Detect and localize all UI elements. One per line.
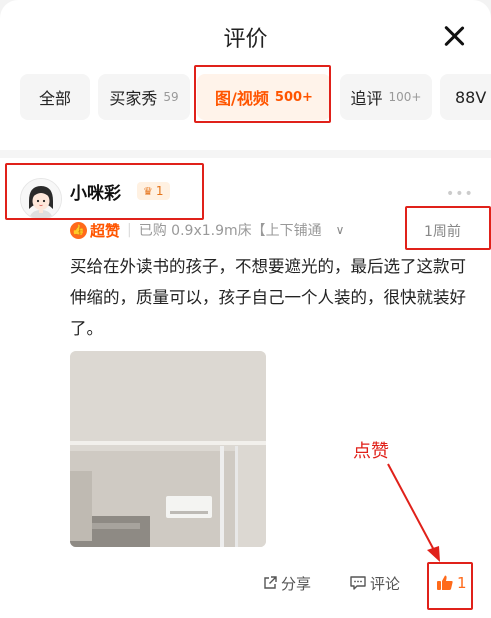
meta-separator: | [127, 222, 132, 238]
tab-follow-up[interactable]: 追评 100+ [340, 74, 432, 120]
avatar-illustration [21, 179, 61, 219]
tab-all[interactable]: 全部 [20, 74, 90, 120]
review-meta: 👍 超赞 | 已购 0.9x1.9m床【上下铺通 ∨ [70, 220, 344, 240]
chevron-down-icon[interactable]: ∨ [336, 223, 345, 237]
thumbs-up-badge-icon: 👍 [70, 221, 87, 239]
page-title: 评价 [223, 27, 268, 52]
crown-icon: ♛ [143, 184, 153, 198]
close-icon[interactable] [440, 22, 468, 50]
review-photo[interactable] [70, 351, 266, 547]
comment-button[interactable]: 评论 [349, 573, 400, 593]
vip-level: 1 [155, 184, 164, 198]
comment-label: 评论 [370, 574, 401, 593]
avatar[interactable] [20, 178, 62, 220]
tab-label: 追评 [350, 89, 383, 108]
purchase-info: 已购 0.9x1.9m床【上下铺通 [138, 223, 322, 239]
review-time: 1周前 [424, 224, 461, 240]
username[interactable]: 小咪彩 [70, 179, 121, 204]
filter-tabs: 全部 买家秀 59 图/视频 500+ 追评 100+ 88V [0, 70, 491, 126]
thumbs-up-icon [437, 575, 453, 590]
super-like-badge: 超赞 [90, 221, 121, 240]
tab-photo-video[interactable]: 图/视频 500+ [197, 74, 331, 120]
tab-label: 全部 [38, 89, 71, 108]
tab-label: 买家秀 [109, 89, 158, 108]
share-button[interactable]: 分享 [262, 573, 311, 593]
like-button[interactable]: 1 [436, 573, 467, 593]
annotation-label: 点赞 [353, 441, 389, 462]
comment-icon [350, 576, 366, 590]
tab-count: 500+ [274, 89, 313, 105]
review-sheet: 评价 全部 买家秀 59 图/视频 500+ 追评 100+ 88V 小咪彩 ♛… [0, 0, 491, 618]
tab-88vip[interactable]: 88V [440, 74, 491, 120]
tab-label: 图/视频 [215, 89, 269, 108]
tab-label: 88V [455, 87, 487, 107]
tab-count: 100+ [388, 90, 422, 104]
like-count: 1 [457, 574, 467, 592]
divider [0, 150, 491, 158]
annotation-arrow [387, 463, 440, 562]
share-label: 分享 [281, 574, 312, 593]
tab-count: 59 [163, 90, 179, 104]
share-icon [264, 576, 277, 589]
tab-buyer-show[interactable]: 买家秀 59 [98, 74, 190, 120]
vip-badge: ♛ 1 [137, 182, 170, 200]
more-options-icon[interactable]: ••• [446, 186, 474, 202]
review-photo-image [70, 351, 266, 547]
review-text: 买给在外读书的孩子，不想要遮光的，最后选了这款可伸缩的，质量可以，孩子自己一个人… [70, 257, 466, 338]
sheet-header: 评价 [0, 0, 491, 70]
